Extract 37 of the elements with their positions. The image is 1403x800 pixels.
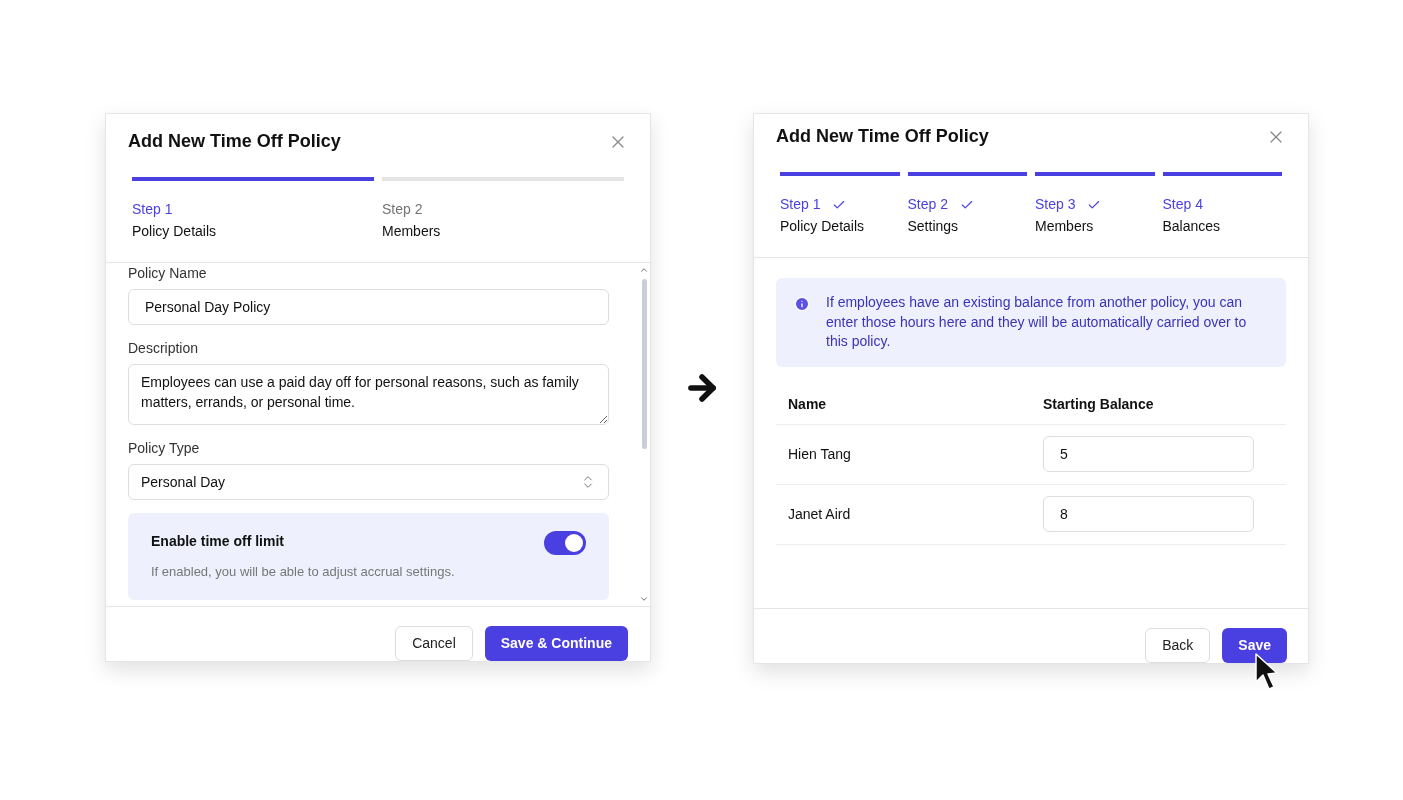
field-label: Policy Name	[128, 264, 208, 283]
info-text: If employees have an existing balance from another policy, you can enter those hours here and they will be automatically carried over to this policy.	[826, 293, 1248, 351]
balance-field[interactable]: 8	[1043, 496, 1254, 532]
column-header: Name	[788, 394, 828, 414]
step-label: Step 2	[907, 195, 948, 214]
info-icon	[794, 296, 810, 312]
primary-button[interactable]: Save	[1222, 628, 1287, 663]
step-label: Step 1	[780, 195, 821, 214]
secondary-button[interactable]: Back	[1145, 628, 1211, 663]
step-name: Settings	[907, 217, 960, 236]
text-field[interactable]: Personal Day Policy	[128, 289, 609, 325]
step-label: Step 1	[132, 200, 173, 219]
balance-field[interactable]: 5	[1043, 436, 1254, 472]
employee-name: Hien Tang	[788, 444, 852, 464]
scroll-down-icon[interactable]	[639, 594, 649, 604]
employee-name: Janet Aird	[788, 504, 852, 524]
step-label: Step 2	[382, 200, 423, 219]
toggle-hint: If enabled, you will be able to adjust accrual settings.	[151, 563, 455, 581]
step-name: Members	[382, 222, 442, 241]
primary-button[interactable]: Save & Continue	[484, 626, 628, 661]
toggle-switch[interactable]	[544, 531, 586, 555]
select-field[interactable]: Personal Day	[128, 464, 609, 500]
secondary-button[interactable]: Cancel	[395, 626, 473, 661]
field-label: Policy Type	[128, 439, 201, 458]
step-label: Step 3	[1035, 195, 1076, 214]
step-name: Members	[1035, 217, 1095, 236]
step-name: Policy Details	[780, 217, 866, 236]
description-field[interactable]: Employees can use a paid day off for personal reasons, such as family matters, errands, or personal time.	[128, 364, 609, 425]
column-header: Starting Balance	[1043, 394, 1154, 414]
scroll-up-icon[interactable]	[639, 265, 649, 275]
toggle-title: Enable time off limit	[151, 532, 285, 551]
step-name: Balances	[1162, 217, 1222, 236]
step-label: Step 4	[1162, 195, 1203, 214]
dialog-title: Add New Time Off Policy	[776, 125, 989, 148]
dialog-title: Add New Time Off Policy	[128, 130, 341, 153]
field-label: Description	[128, 339, 200, 358]
step-name: Policy Details	[132, 222, 218, 241]
